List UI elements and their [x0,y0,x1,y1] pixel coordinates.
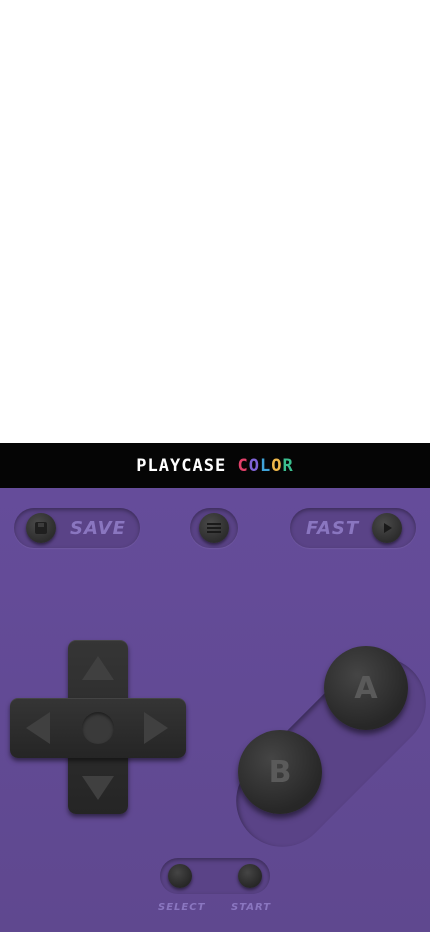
fast-label: FAST [306,517,360,539]
dpad [8,640,186,818]
dpad-up-arrow-icon[interactable] [82,656,114,680]
start-button[interactable] [238,864,262,888]
brand-color-word: COLOR [237,456,293,476]
save-button[interactable]: SAVE [14,508,140,548]
dpad-right-arrow-icon[interactable] [144,712,168,744]
controller-body: SAVE FAST A B SELECT START [0,488,430,932]
fast-forward-button[interactable]: FAST [290,508,416,548]
select-label: SELECT [158,902,206,913]
start-label: START [231,902,272,913]
brand-name: PLAYCASE [136,455,227,476]
dpad-left-arrow-icon[interactable] [26,712,50,744]
color-letter: C [237,455,249,476]
b-button[interactable]: B [238,730,322,814]
color-letter: O [248,455,260,476]
select-button[interactable] [168,864,192,888]
color-letter: R [282,455,294,476]
action-buttons: A B [217,636,430,866]
a-button[interactable]: A [324,646,408,730]
color-letter: L [259,455,272,476]
hamburger-menu-icon [199,513,229,543]
color-letter: O [271,455,283,476]
dpad-down-arrow-icon[interactable] [82,776,114,800]
play-triangle-icon [372,513,402,543]
brand-logo: PLAYCASE COLOR [136,456,293,476]
brand-bar: PLAYCASE COLOR [0,443,430,488]
save-label: SAVE [70,517,126,539]
select-start-group [160,858,270,894]
game-screen [0,0,430,443]
dpad-center [82,712,114,744]
menu-button[interactable] [190,508,238,548]
floppy-disk-icon [26,513,56,543]
